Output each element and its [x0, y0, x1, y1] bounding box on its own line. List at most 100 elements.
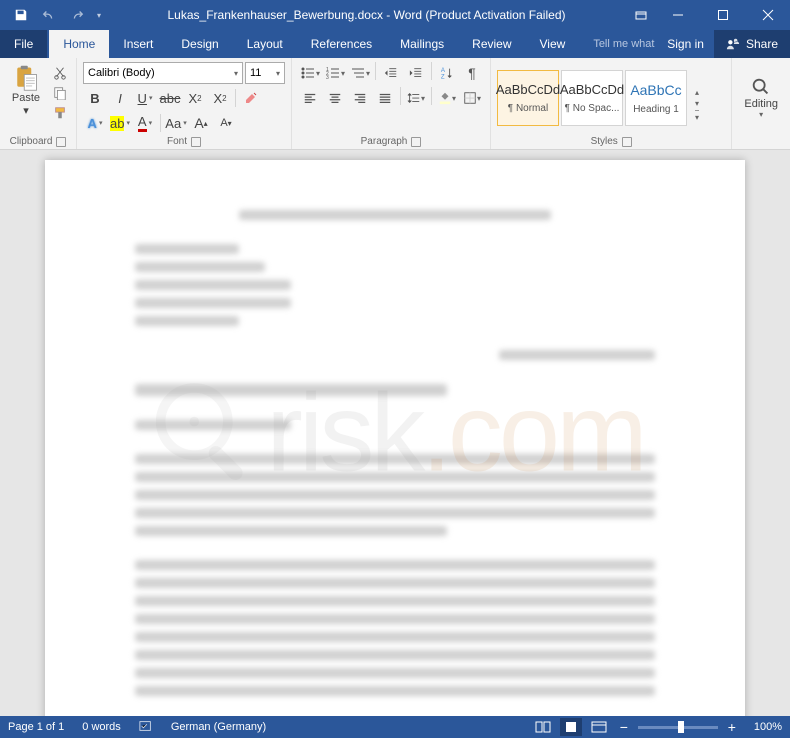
- style-name: ¶ No Spac...: [565, 103, 620, 114]
- status-words[interactable]: 0 words: [82, 721, 121, 733]
- copy-button[interactable]: [50, 84, 70, 102]
- window-title: Lukas_Frankenhauser_Bewerbung.docx - Wor…: [106, 8, 627, 22]
- superscript-button[interactable]: X2: [208, 87, 232, 109]
- tab-file[interactable]: File: [0, 30, 47, 58]
- tell-me-search[interactable]: Tell me what you war: [579, 30, 657, 58]
- show-hide-button[interactable]: ¶: [460, 62, 484, 84]
- clipboard-launcher[interactable]: [56, 137, 66, 147]
- shading-button[interactable]: ▾: [435, 87, 459, 109]
- document-area[interactable]: risk.com: [0, 150, 790, 716]
- bold-button[interactable]: B: [83, 87, 107, 109]
- bullets-button[interactable]: ▾: [298, 62, 322, 84]
- title-bar: ▾ Lukas_Frankenhauser_Bewerbung.docx - W…: [0, 0, 790, 30]
- share-button[interactable]: Share: [714, 30, 790, 58]
- tab-references[interactable]: References: [297, 30, 386, 58]
- style-no-spacing[interactable]: AaBbCcDd ¶ No Spac...: [561, 70, 623, 126]
- italic-button[interactable]: I: [108, 87, 132, 109]
- font-name-value: Calibri (Body): [88, 67, 155, 79]
- font-name-dropdown[interactable]: Calibri (Body)▾: [83, 62, 243, 84]
- style-name: Heading 1: [633, 104, 679, 115]
- window-controls: [627, 0, 790, 30]
- style-normal[interactable]: AaBbCcDd ¶ Normal: [497, 70, 559, 126]
- clipboard-label: Clipboard: [10, 136, 53, 147]
- highlight-button[interactable]: ab▾: [108, 112, 132, 134]
- cut-button[interactable]: [50, 64, 70, 82]
- zoom-slider[interactable]: [638, 726, 718, 729]
- align-left-button[interactable]: [298, 87, 322, 109]
- tab-home[interactable]: Home: [49, 30, 109, 58]
- tab-view[interactable]: View: [526, 30, 580, 58]
- svg-text:3: 3: [326, 75, 329, 81]
- group-editing: Editing ▾: [732, 58, 790, 149]
- tab-review[interactable]: Review: [458, 30, 525, 58]
- tab-mailings[interactable]: Mailings: [386, 30, 458, 58]
- styles-launcher[interactable]: [622, 137, 632, 147]
- align-right-button[interactable]: [348, 87, 372, 109]
- multilevel-list-button[interactable]: ▾: [348, 62, 372, 84]
- close-button[interactable]: [745, 0, 790, 30]
- status-page[interactable]: Page 1 of 1: [8, 721, 64, 733]
- styles-label: Styles: [591, 136, 618, 147]
- subscript-button[interactable]: X2: [183, 87, 207, 109]
- sign-in-button[interactable]: Sign in: [657, 30, 714, 58]
- web-layout-button[interactable]: [588, 718, 610, 736]
- status-language[interactable]: German (Germany): [171, 721, 266, 733]
- align-center-button[interactable]: [323, 87, 347, 109]
- sort-button[interactable]: AZ: [435, 62, 459, 84]
- change-case-button[interactable]: Aa▾: [164, 112, 188, 134]
- style-preview: AaBbCcDd: [496, 82, 560, 97]
- read-mode-button[interactable]: [532, 718, 554, 736]
- group-font: Calibri (Body)▾ 11▾ B I U▾ abc X2 X2 A▾ …: [77, 58, 292, 149]
- increase-indent-button[interactable]: [404, 62, 428, 84]
- grow-font-button[interactable]: A▴: [189, 112, 213, 134]
- font-size-dropdown[interactable]: 11▾: [245, 62, 285, 84]
- justify-button[interactable]: [373, 87, 397, 109]
- format-painter-button[interactable]: [50, 104, 70, 122]
- editing-label: Editing: [744, 98, 778, 110]
- tab-insert[interactable]: Insert: [109, 30, 167, 58]
- paragraph-label: Paragraph: [361, 136, 408, 147]
- tell-me-placeholder: Tell me what you war: [593, 38, 657, 50]
- save-button[interactable]: [8, 2, 34, 28]
- shrink-font-button[interactable]: A▾: [214, 112, 238, 134]
- zoom-out-button[interactable]: −: [616, 719, 632, 735]
- underline-button[interactable]: U▾: [133, 87, 157, 109]
- style-heading-1[interactable]: AaBbCc Heading 1: [625, 70, 687, 126]
- minimize-button[interactable]: [655, 0, 700, 30]
- ribbon: Paste ▾ Clipboard Calibri (Body)▾ 11▾ B …: [0, 58, 790, 150]
- zoom-level[interactable]: 100%: [754, 721, 782, 733]
- redo-button[interactable]: [64, 2, 90, 28]
- tab-design[interactable]: Design: [167, 30, 232, 58]
- ribbon-tabs: File Home Insert Design Layout Reference…: [0, 30, 790, 58]
- style-preview: AaBbCcDd: [560, 82, 624, 97]
- tab-layout[interactable]: Layout: [233, 30, 297, 58]
- text-effects-button[interactable]: A▾: [83, 112, 107, 134]
- document-page[interactable]: [45, 160, 745, 716]
- clear-formatting-button[interactable]: [239, 87, 263, 109]
- print-layout-button[interactable]: [560, 718, 582, 736]
- font-size-value: 11: [250, 67, 261, 79]
- paragraph-launcher[interactable]: [411, 137, 421, 147]
- style-name: ¶ Normal: [508, 103, 548, 114]
- zoom-in-button[interactable]: +: [724, 719, 740, 735]
- paste-button[interactable]: Paste ▾: [6, 62, 46, 119]
- strikethrough-button[interactable]: abc: [158, 87, 182, 109]
- decrease-indent-button[interactable]: [379, 62, 403, 84]
- qat-customize-button[interactable]: ▾: [92, 2, 106, 28]
- status-bar: Page 1 of 1 0 words German (Germany) − +…: [0, 716, 790, 738]
- status-proofing-icon[interactable]: [139, 719, 153, 736]
- numbering-button[interactable]: 123▾: [323, 62, 347, 84]
- font-color-button[interactable]: A▾: [133, 112, 157, 134]
- group-paragraph: ▾ 123▾ ▾ AZ ¶ ▾ ▾ ▾ Para: [292, 58, 491, 149]
- maximize-button[interactable]: [700, 0, 745, 30]
- styles-more-button[interactable]: ▴▾▾: [689, 70, 705, 126]
- ribbon-display-button[interactable]: [627, 0, 655, 30]
- font-label: Font: [167, 136, 187, 147]
- svg-text:Z: Z: [441, 73, 445, 80]
- line-spacing-button[interactable]: ▾: [404, 87, 428, 109]
- undo-button[interactable]: [36, 2, 62, 28]
- editing-dropdown[interactable]: Editing ▾: [738, 72, 784, 123]
- borders-button[interactable]: ▾: [460, 87, 484, 109]
- font-launcher[interactable]: [191, 137, 201, 147]
- share-label: Share: [746, 37, 778, 51]
